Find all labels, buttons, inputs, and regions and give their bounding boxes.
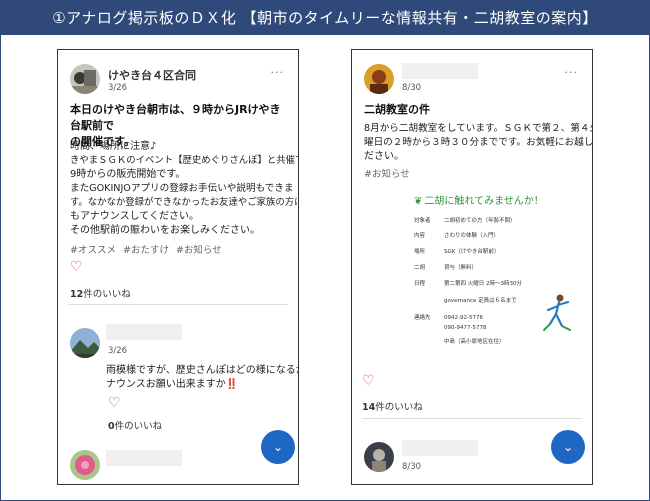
post-tags[interactable]: #オススメ #おたすけ #お知らせ — [70, 242, 222, 256]
post-body-line: 曜日の２時から３時３０分までです。お気軽にお越しく — [364, 137, 593, 148]
likes-number: 14 — [362, 402, 376, 413]
flyer-key: 二胡 — [414, 265, 426, 271]
post-body-line: またGOKINJOアプリの登録お手伝いや説明もできま — [70, 183, 294, 194]
flyer-headline-text: 二胡に触れてみませんか！ — [424, 196, 544, 207]
likes-count[interactable]: 0件のいいね — [108, 418, 162, 432]
post-header: 8/30 ··· — [364, 63, 580, 96]
avatar-flower-icon — [70, 450, 100, 480]
post-body-line: ださい。 — [364, 151, 404, 162]
flyer-row: 日程 第二第四 火曜日 2時～3時30分 — [414, 279, 522, 287]
phone-screen-left: けやき台４区合同 3/26 ··· 本日のけやき台朝市は、９時からJRけやき台駅… — [57, 49, 299, 485]
post-body: 時間、場所に注意♪ きやまＳＧＫのイベント【歴史めぐりさんぽ】と共催で 9時から… — [70, 140, 299, 238]
post-author[interactable]: けやき台４区合同 — [108, 67, 196, 83]
redacted-author-name — [106, 324, 182, 340]
flyer-value: 第二第四 火曜日 2時～3時30分 — [444, 281, 522, 287]
flyer-row: 連絡先 0942-92-5776 — [414, 313, 483, 321]
comment-date: 8/30 — [402, 462, 422, 472]
flyer-headline: ❦ 二胡に触れてみませんか！ — [414, 192, 544, 207]
flyer-value: 中島（高小原地区在住） — [444, 339, 505, 345]
avatar-photo-icon — [364, 442, 394, 472]
flyer-row: 中島（高小原地区在住） — [414, 337, 505, 345]
post-tags[interactable]: #お知らせ — [364, 166, 410, 180]
flyer-image[interactable]: ❦ 二胡に触れてみませんか！ 対象者 二胡初めての方（年齢不問） 内容 さわりの体験（… — [404, 192, 572, 354]
leaf-icon: ❦ — [414, 196, 423, 207]
comment-body: 雨模様ですが、歴史さんぽはどの様になるかア ナウンスお願い出来ますか‼️ — [106, 364, 299, 392]
flyer-value: 貸与（無料） — [444, 265, 478, 271]
post-body-line: す。なかなか登録ができなかったお友達やご家族の方にも — [70, 197, 299, 208]
avatar[interactable] — [70, 328, 100, 358]
comment-date: 3/26 — [108, 346, 128, 356]
post-header: けやき台４区合同 3/26 ··· — [70, 64, 286, 96]
likes-number: 12 — [70, 289, 84, 300]
flyer-value: 0942-92-5776 — [444, 315, 483, 321]
like-heart-icon[interactable]: ♡ — [70, 260, 83, 274]
post-title-line: 本日のけやき台朝市は、９時からJRけやき台駅前で — [70, 103, 281, 132]
comment-body-line: ナウンスお願い出来ますか‼️ — [106, 379, 239, 390]
likes-count[interactable]: 14件のいいね — [362, 399, 423, 413]
avatar-illustration-icon — [364, 64, 394, 94]
redacted-author-name — [402, 440, 478, 456]
comment-header — [70, 450, 286, 482]
post-date: 3/26 — [108, 83, 128, 93]
dancing-person-icon — [543, 294, 571, 331]
flyer-value: governance 定員は６名まで — [444, 298, 517, 304]
flyer-value: 二胡初めての方（年齢不問） — [444, 218, 516, 224]
post-body-line: 時間、場所に注意♪ — [70, 141, 157, 152]
divider — [68, 304, 288, 305]
redacted-author-name — [402, 63, 478, 79]
post-title: 二胡教室の件 — [364, 103, 430, 116]
avatar[interactable] — [70, 64, 100, 94]
comment-header: 3/26 — [70, 324, 286, 360]
likes-count[interactable]: 12件のいいね — [70, 286, 131, 300]
avatar-landscape-icon — [70, 328, 100, 358]
avatar-photo-icon — [70, 64, 100, 94]
flyer-key: 連絡先 — [414, 315, 431, 321]
redacted-author-name — [106, 450, 182, 466]
flyer-key: 日程 — [414, 281, 426, 287]
comment-body-line: 雨模様ですが、歴史さんぽはどの様になるかア — [106, 365, 299, 376]
post-body-line: もアナウンスしてください。 — [70, 211, 199, 222]
comment-header: 8/30 ··· — [364, 440, 580, 474]
divider — [362, 418, 582, 419]
flyer-row: 二胡 貸与（無料） — [414, 263, 477, 271]
flyer-row: 内容 さわりの体験（入門） — [414, 231, 499, 239]
flyer-row: 場所 SGK（けやき台駅前） — [414, 247, 499, 255]
flyer-row: governance 定員は６名まで — [414, 296, 517, 304]
like-heart-icon[interactable]: ♡ — [108, 396, 121, 410]
more-options-icon[interactable]: ··· — [565, 66, 579, 79]
flyer-key: 内容 — [414, 233, 426, 239]
likes-label: 件のいいね — [83, 289, 131, 300]
flyer-key: 対象者 — [414, 218, 431, 224]
flyer-value: 090-9477-5778 — [444, 325, 487, 331]
flyer-row: 090-9477-5778 — [414, 325, 486, 331]
slide-frame: ①アナログ掲示板のＤＸ化 【朝市のタイムリーな情報共有・二胡教室の案内】 けやき… — [0, 0, 650, 501]
post-body-line: 9時からの販売開始です。 — [70, 169, 186, 180]
likes-label: 件のいいね — [375, 402, 423, 413]
flyer-row: 対象者 二胡初めての方（年齢不問） — [414, 216, 516, 224]
phone-screen-right: 8/30 ··· 二胡教室の件 8月から二胡教室をしています。ＳＧＫで第２、第４… — [351, 49, 593, 485]
avatar[interactable] — [364, 64, 394, 94]
like-heart-icon[interactable]: ♡ — [362, 374, 375, 388]
likes-label: 件のいいね — [114, 421, 163, 432]
post-body: 8月から二胡教室をしています。ＳＧＫで第２、第４火 曜日の２時から３時３０分まで… — [364, 122, 593, 164]
post-body-line: きやまＳＧＫのイベント【歴史めぐりさんぽ】と共催で — [70, 155, 299, 166]
flyer-value: さわりの体験（入門） — [444, 233, 500, 239]
post-date: 8/30 — [402, 83, 422, 93]
flyer-key: 場所 — [414, 249, 426, 255]
more-options-icon[interactable]: ··· — [271, 66, 285, 79]
slide-banner: ①アナログ掲示板のＤＸ化 【朝市のタイムリーな情報共有・二胡教室の案内】 — [1, 1, 649, 35]
avatar[interactable] — [70, 450, 100, 480]
more-options-icon[interactable]: ··· — [565, 444, 579, 457]
likes-number: 0 — [108, 421, 115, 432]
post-body-line: 8月から二胡教室をしています。ＳＧＫで第２、第４火 — [364, 123, 593, 134]
flyer-value: SGK（けやき台駅前） — [444, 249, 500, 255]
post-body-line: その他駅前の賑わいをお楽しみください。 — [70, 225, 260, 236]
avatar[interactable] — [364, 442, 394, 472]
